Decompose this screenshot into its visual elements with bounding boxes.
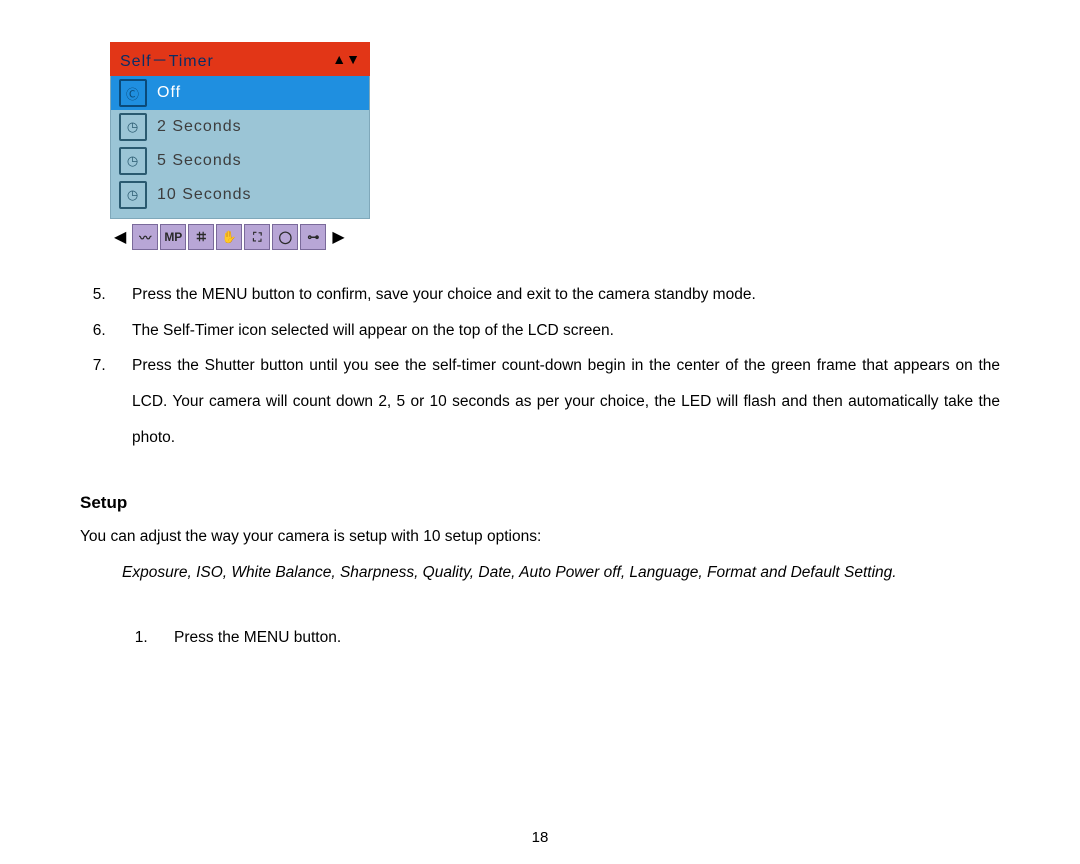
- menu-updown-arrows: ▲▼: [332, 51, 360, 67]
- camera-menu-figure: Self－Timer ▲▼ Ⓒ Off ◷ 2 Seconds ◷ 5 Seco…: [110, 42, 370, 251]
- strip-icon-circle: ◯: [272, 224, 298, 250]
- step-6: The Self-Timer icon selected will appear…: [110, 313, 1000, 349]
- setup-options-list: Exposure, ISO, White Balance, Sharpness,…: [122, 555, 1000, 591]
- strip-left-arrow-icon: ◀: [110, 227, 130, 247]
- setup-steps: Press the MENU button.: [122, 620, 1000, 656]
- menu-title: Self－Timer: [120, 47, 214, 71]
- strip-icon-hand: ✋: [216, 224, 242, 250]
- menu-option-label: Off: [157, 84, 181, 102]
- strip-icon-key: ⊶: [300, 224, 326, 250]
- menu-options: Ⓒ Off ◷ 2 Seconds ◷ 5 Seconds ◷ 10 Secon…: [110, 76, 370, 219]
- timer-10s-icon: ◷: [119, 181, 147, 209]
- self-timer-steps: Press the MENU button to confirm, save y…: [80, 277, 1000, 455]
- setup-heading: Setup: [80, 493, 1000, 513]
- menu-option-label: 2 Seconds: [157, 118, 242, 136]
- menu-option-5s: ◷ 5 Seconds: [111, 144, 369, 178]
- menu-option-label: 10 Seconds: [157, 186, 252, 204]
- step-7: Press the Shutter button until you see t…: [110, 348, 1000, 455]
- strip-icon-wave: 〰: [132, 224, 158, 250]
- menu-option-label: 5 Seconds: [157, 152, 242, 170]
- menu-option-2s: ◷ 2 Seconds: [111, 110, 369, 144]
- strip-right-arrow-icon: ▶: [328, 227, 348, 247]
- setup-intro: You can adjust the way your camera is se…: [80, 519, 1000, 555]
- timer-2s-icon: ◷: [119, 113, 147, 141]
- menu-option-off: Ⓒ Off: [111, 76, 369, 110]
- setup-step-1: Press the MENU button.: [152, 620, 1000, 656]
- timer-5s-icon: ◷: [119, 147, 147, 175]
- timer-off-icon: Ⓒ: [119, 79, 147, 107]
- step-5: Press the MENU button to confirm, save y…: [110, 277, 1000, 313]
- strip-icon-mp: MP: [160, 224, 186, 250]
- menu-mode-strip: ◀ 〰 MP ꖛ ✋ ⛶ ◯ ⊶ ▶: [110, 223, 370, 251]
- page-number: 18: [0, 829, 1080, 846]
- strip-icon-focus: ⛶: [244, 224, 270, 250]
- menu-header: Self－Timer ▲▼: [110, 42, 370, 76]
- strip-icon-bars: ꖛ: [188, 224, 214, 250]
- menu-option-10s: ◷ 10 Seconds: [111, 178, 369, 212]
